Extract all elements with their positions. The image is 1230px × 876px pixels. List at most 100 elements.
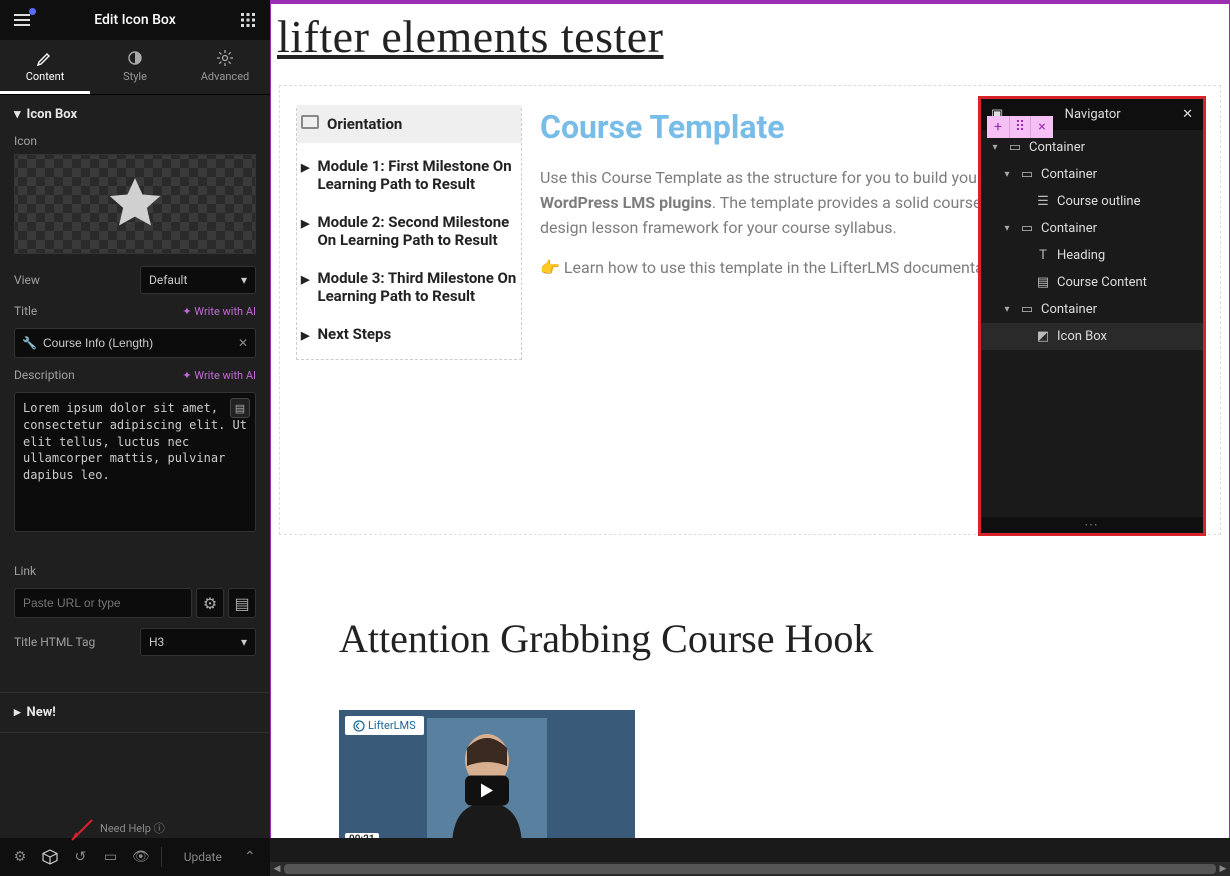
hook-section: Attention Grabbing Course Hook LifterLMS… bbox=[271, 615, 1229, 838]
expand-icon[interactable]: ▾ bbox=[1001, 304, 1013, 315]
play-icon[interactable] bbox=[465, 776, 509, 806]
history-icon[interactable]: ↺ bbox=[66, 842, 94, 872]
tab-advanced[interactable]: Advanced bbox=[180, 40, 270, 94]
content-icon: ▤ bbox=[1035, 275, 1051, 290]
need-help[interactable]: Need Help ⓘ bbox=[100, 820, 165, 836]
update-button[interactable]: Update bbox=[172, 850, 234, 864]
section-new[interactable]: ▸ New! bbox=[0, 692, 270, 733]
navigator-item-label: Container bbox=[1029, 140, 1085, 155]
htmltag-value: H3 bbox=[149, 635, 164, 649]
navigator-item[interactable]: ◩Icon Box bbox=[981, 323, 1203, 350]
tab-content-label: Content bbox=[26, 70, 65, 83]
scrollbar-thumb[interactable] bbox=[284, 864, 1216, 874]
link-input[interactable] bbox=[14, 588, 192, 618]
outline-item-label: Module 3: Third Milestone On Learning Pa… bbox=[317, 269, 517, 305]
view-select-value: Default bbox=[149, 273, 187, 287]
navigator-item[interactable]: ▾ ▭ Container bbox=[981, 161, 1203, 188]
navigator-item[interactable]: THeading bbox=[981, 242, 1203, 269]
update-options-icon[interactable]: ⌃ bbox=[236, 842, 264, 872]
responsive-icon[interactable]: ▭ bbox=[96, 842, 124, 872]
caret-right-icon: ▶ bbox=[301, 329, 309, 342]
navigator-item-label: Container bbox=[1041, 167, 1097, 182]
section-iconbox[interactable]: ▾ Icon Box bbox=[0, 95, 270, 134]
tab-style[interactable]: Style bbox=[90, 40, 180, 94]
site-title[interactable]: lifter elements tester bbox=[271, 4, 1229, 85]
container-icon: ▭ bbox=[1019, 167, 1035, 182]
outline-item[interactable]: ▶ Next Steps bbox=[301, 315, 517, 353]
navigator-tree: ▾▭Container▾▭Container☰Course outline▾▭C… bbox=[981, 130, 1203, 517]
caret-right-icon: ▶ bbox=[301, 273, 309, 286]
navigator-item-label: Course Content bbox=[1057, 275, 1147, 290]
link-dynamic-icon[interactable]: ▤ bbox=[228, 588, 256, 618]
chevron-down-icon: ▾ bbox=[241, 273, 247, 287]
outline-item-label: Next Steps bbox=[317, 325, 391, 343]
video-player[interactable]: LifterLMS 00:21 ▶ 🔊 CC ⧉ ⚙ ⛶ bbox=[339, 710, 635, 838]
tab-content[interactable]: Content bbox=[0, 40, 90, 94]
navigator-resize-icon[interactable]: ⋯ bbox=[981, 517, 1203, 533]
video-timestamp: 00:21 bbox=[345, 833, 379, 838]
outline-item-label: Module 2: Second Milestone On Learning P… bbox=[317, 213, 517, 249]
description-textarea[interactable]: Lorem ipsum dolor sit amet, consectetur … bbox=[14, 392, 256, 532]
expand-icon[interactable]: ▾ bbox=[1001, 223, 1013, 234]
clear-icon[interactable]: ✕ bbox=[238, 336, 248, 350]
caret-right-icon: ▶ bbox=[301, 161, 309, 174]
navigator-item[interactable]: ☰ Course outline bbox=[981, 188, 1203, 215]
scroll-left-icon[interactable]: ◀ bbox=[270, 862, 284, 876]
settings-icon[interactable]: ⚙ bbox=[6, 842, 34, 872]
drag-handle-icon[interactable]: ⠿ bbox=[1009, 116, 1031, 138]
label-htmltag: Title HTML Tag bbox=[14, 635, 95, 649]
htmltag-select[interactable]: H3 ▾ bbox=[140, 628, 256, 656]
label-title: Title bbox=[14, 304, 37, 318]
help-icon: ⓘ bbox=[154, 822, 165, 835]
scroll-right-icon[interactable]: ▶ bbox=[1216, 862, 1230, 876]
expand-icon[interactable]: ▾ bbox=[989, 142, 1001, 153]
caret-down-icon: ▾ bbox=[14, 107, 21, 122]
panel-tabs: Content Style Advanced bbox=[0, 40, 270, 95]
square-icon bbox=[301, 115, 319, 129]
hook-title: Attention Grabbing Course Hook bbox=[339, 615, 1229, 662]
course-outline: Orientation ▶ Module 1: First Milestone … bbox=[296, 108, 522, 534]
widget-grid-icon[interactable] bbox=[238, 10, 258, 30]
chevron-down-icon: ▾ bbox=[241, 635, 247, 649]
outline-item[interactable]: ▶ Module 1: First Milestone On Learning … bbox=[301, 147, 517, 203]
caret-right-icon: ▶ bbox=[301, 217, 309, 230]
navigator-item-label: Heading bbox=[1057, 248, 1105, 263]
delete-element-icon[interactable]: × bbox=[1031, 116, 1053, 138]
outline-item[interactable]: ▶ Module 3: Third Milestone On Learning … bbox=[301, 259, 517, 315]
navigator-item[interactable]: ▾▭Container bbox=[981, 134, 1203, 161]
navigator-item[interactable]: ▤ Course Content bbox=[981, 269, 1203, 296]
preview-icon[interactable]: 👁 bbox=[127, 842, 155, 872]
write-with-ai-desc[interactable]: Write with AI bbox=[182, 369, 256, 382]
menu-icon[interactable] bbox=[12, 10, 32, 30]
link-options-icon[interactable]: ⚙ bbox=[196, 588, 224, 618]
list-icon: ☰ bbox=[1035, 194, 1051, 209]
horizontal-scrollbar[interactable]: ◀ ▶ bbox=[270, 862, 1230, 876]
title-input[interactable] bbox=[14, 328, 256, 358]
wrench-icon: 🔧 bbox=[22, 336, 37, 350]
label-link: Link bbox=[14, 564, 36, 578]
outline-item-label: Orientation bbox=[327, 115, 402, 133]
section-iconbox-label: Icon Box bbox=[27, 107, 78, 122]
container-toolbar: + ⠿ × bbox=[987, 116, 1053, 138]
expand-icon[interactable]: ▾ bbox=[1001, 169, 1013, 180]
navigator-item[interactable]: ▾▭Container bbox=[981, 215, 1203, 242]
caret-right-icon: ▸ bbox=[14, 705, 21, 720]
video-brand-badge: LifterLMS bbox=[345, 716, 424, 735]
outline-item[interactable]: ▶ Module 2: Second Milestone On Learning… bbox=[301, 203, 517, 259]
outline-item[interactable]: Orientation bbox=[297, 105, 521, 143]
write-with-ai-title[interactable]: Write with AI bbox=[182, 305, 256, 318]
container-icon: ▭ bbox=[1019, 302, 1035, 317]
section-new-label: New! bbox=[27, 705, 56, 720]
add-element-icon[interactable]: + bbox=[987, 116, 1009, 138]
navigator-item[interactable]: ▾▭Container bbox=[981, 296, 1203, 323]
icon-preview[interactable] bbox=[14, 154, 256, 254]
iconbox-icon: ◩ bbox=[1035, 329, 1051, 344]
label-icon: Icon bbox=[0, 134, 270, 154]
close-icon[interactable]: ✕ bbox=[1182, 107, 1193, 122]
dynamic-tags-icon[interactable]: ▤ bbox=[230, 398, 250, 418]
navigator-item-label: Course outline bbox=[1057, 194, 1141, 209]
navigator-item-label: Container bbox=[1041, 221, 1097, 236]
panel-title: Edit Icon Box bbox=[94, 12, 176, 28]
view-select[interactable]: Default ▾ bbox=[140, 266, 256, 294]
navigator-icon[interactable] bbox=[36, 842, 64, 872]
